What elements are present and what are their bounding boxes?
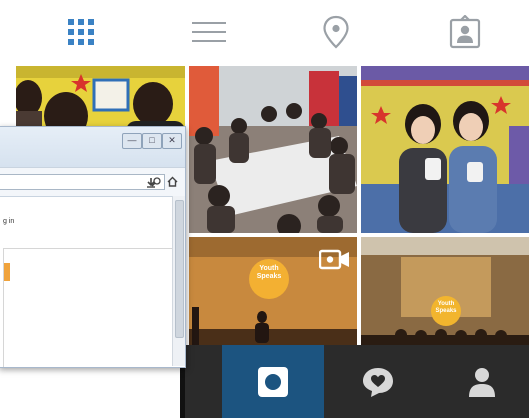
stage-banner-text: Youth Speaks xyxy=(435,301,457,314)
minimize-button[interactable]: — xyxy=(122,133,142,149)
home-icon[interactable] xyxy=(167,176,178,187)
close-button[interactable]: ✕ xyxy=(162,133,182,149)
photo-auditorium-youth-speaks[interactable]: Youth Speaks xyxy=(361,237,529,345)
grid-view-button[interactable] xyxy=(57,8,105,56)
nav-activity-button[interactable] xyxy=(330,345,426,418)
stage-banner-text: Youth Speaks xyxy=(256,265,282,280)
activity-heart-bubble-icon xyxy=(363,367,393,397)
browser-toolbar xyxy=(0,167,185,197)
tagged-photos-button[interactable] xyxy=(441,8,489,56)
location-pin-icon xyxy=(323,15,349,49)
page-text-snippet: g in xyxy=(3,218,15,225)
content-panel xyxy=(3,248,172,367)
bottom-navigation-bar xyxy=(185,345,529,418)
video-camera-icon xyxy=(319,249,349,270)
photo-stage-youth-speaks[interactable]: Youth Speaks xyxy=(189,237,357,345)
photo-workshop-tables[interactable] xyxy=(189,66,357,233)
profile-view-toolbar xyxy=(0,0,529,64)
orange-graphic xyxy=(4,263,10,281)
download-arrow-icon[interactable] xyxy=(146,177,156,188)
nav-profile-button[interactable] xyxy=(435,345,529,418)
nav-home-button[interactable] xyxy=(222,345,324,418)
tagged-photos-icon xyxy=(449,15,481,49)
browser-window: — □ ✕ g in xyxy=(0,126,186,368)
list-icon xyxy=(192,15,226,49)
vertical-scrollbar[interactable] xyxy=(172,196,185,366)
map-view-button[interactable] xyxy=(312,8,360,56)
list-view-button[interactable] xyxy=(185,8,233,56)
window-titlebar[interactable]: — □ ✕ xyxy=(0,127,185,167)
profile-icon xyxy=(469,367,495,397)
photo-two-women-holding-robots[interactable] xyxy=(361,66,529,233)
browser-content: g in xyxy=(0,196,172,367)
home-feed-icon xyxy=(258,366,288,397)
restore-button[interactable]: □ xyxy=(142,133,162,149)
grid-icon xyxy=(68,19,94,45)
address-bar[interactable] xyxy=(0,174,165,190)
scrollbar-thumb[interactable] xyxy=(175,200,184,338)
